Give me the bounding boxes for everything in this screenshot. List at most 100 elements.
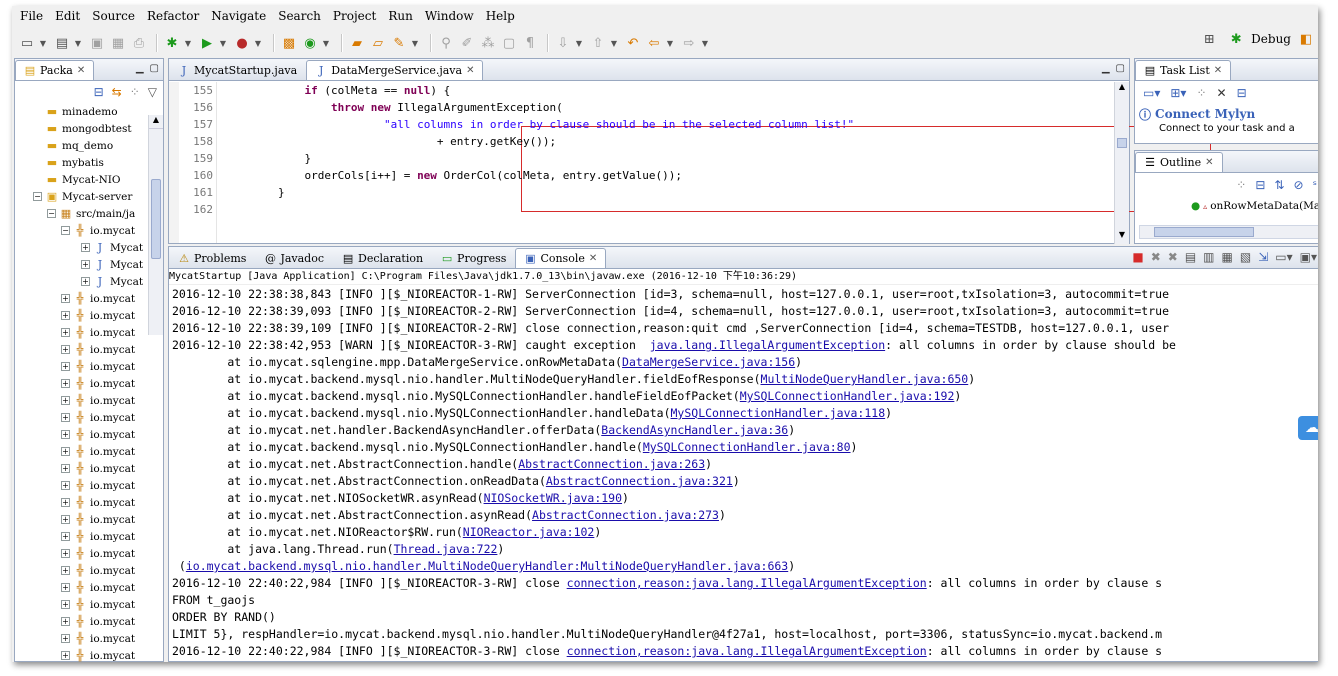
stacktrace-link[interactable]: Thread.java:722: [394, 542, 498, 556]
open-perspective-icon[interactable]: ⊞: [1200, 30, 1218, 48]
package-scrollbar[interactable]: ▲: [148, 115, 163, 335]
stacktrace-link[interactable]: MySQLConnectionHandler.java:80: [643, 440, 851, 454]
close-icon[interactable]: ✕: [77, 65, 85, 76]
tree-item[interactable]: + ╬ io.mycat: [61, 596, 135, 613]
scroll-thumb[interactable]: [151, 179, 161, 259]
block-icon[interactable]: ▢: [500, 34, 518, 52]
maximize-icon[interactable]: ▢: [1116, 63, 1125, 74]
sort-icon[interactable]: ⇅: [1274, 178, 1284, 192]
open-folder-icon[interactable]: ▰: [348, 34, 366, 52]
stacktrace-link[interactable]: MultiNodeQueryHandler.java:650: [761, 372, 969, 386]
open-console-icon[interactable]: ▣▾: [1300, 250, 1317, 264]
expand-toggle-icon[interactable]: +: [61, 362, 70, 371]
expand-toggle-icon[interactable]: +: [61, 396, 70, 405]
minimize-icon[interactable]: ▁: [1102, 63, 1110, 74]
expand-toggle-icon[interactable]: −: [33, 192, 42, 201]
show-on-output-icon[interactable]: ▦: [1222, 250, 1233, 264]
menu-item-source[interactable]: Source: [86, 9, 141, 23]
tab-javadoc[interactable]: @ Javadoc: [255, 248, 333, 268]
expand-toggle-icon[interactable]: +: [61, 532, 70, 541]
tree-item[interactable]: + ╬ io.mycat: [61, 494, 135, 511]
expand-toggle-icon[interactable]: +: [61, 549, 70, 558]
pen-icon[interactable]: ✎: [390, 34, 408, 52]
tree-item[interactable]: + ╬ io.mycat: [61, 392, 135, 409]
hide-static-icon[interactable]: ˢ: [1313, 178, 1317, 192]
tab-outline[interactable]: ☰ Outline ✕: [1135, 152, 1223, 172]
expand-toggle-icon[interactable]: +: [61, 345, 70, 354]
scroll-thumb[interactable]: [1117, 138, 1127, 148]
scroll-up-icon[interactable]: ▲: [149, 115, 163, 129]
expand-toggle-icon[interactable]: +: [61, 634, 70, 643]
expand-toggle-icon[interactable]: +: [61, 447, 70, 456]
tree-item[interactable]: + ╬ io.mycat: [61, 341, 135, 358]
tab-editor-file[interactable]: J MycatStartup.java: [169, 60, 306, 80]
hide-completed-icon[interactable]: ✕: [1217, 86, 1227, 100]
run-dropdown-icon[interactable]: ▼: [219, 34, 227, 52]
focus-icon[interactable]: ⁘: [1236, 178, 1246, 192]
menu-item-help[interactable]: Help: [480, 9, 521, 23]
mark-icon[interactable]: ✐: [458, 34, 476, 52]
expand-toggle-icon[interactable]: +: [61, 294, 70, 303]
print-icon[interactable]: ⎙: [130, 34, 148, 52]
tree-item[interactable]: +▬mybatis: [33, 154, 104, 171]
tree-item[interactable]: + ╬ io.mycat: [61, 630, 135, 647]
focus-icon[interactable]: ⁘: [130, 85, 140, 99]
stacktrace-link[interactable]: java.lang.IllegalArgumentException: [650, 338, 885, 352]
menu-item-search[interactable]: Search: [272, 9, 327, 23]
save-all-icon[interactable]: ▦: [109, 34, 127, 52]
tree-item[interactable]: + ╬ io.mycat: [61, 647, 135, 662]
external-tools-dropdown-icon[interactable]: ▼: [254, 34, 262, 52]
next-annotation-icon[interactable]: ⇩: [554, 34, 572, 52]
menu-item-run[interactable]: Run: [382, 9, 419, 23]
menu-item-window[interactable]: Window: [419, 9, 480, 23]
scroll-down-icon[interactable]: ▼: [1115, 230, 1129, 244]
pin-console-icon[interactable]: ⇲: [1258, 250, 1268, 264]
prev-annotation-icon[interactable]: ⇧: [589, 34, 607, 52]
expand-toggle-icon[interactable]: +: [61, 464, 70, 473]
open-dropdown-icon[interactable]: ▼: [74, 34, 82, 52]
maximize-icon[interactable]: ▢: [150, 63, 159, 74]
menu-item-refactor[interactable]: Refactor: [141, 9, 205, 23]
view-menu-icon[interactable]: ▽: [148, 85, 157, 99]
new-dropdown-icon[interactable]: ▼: [39, 34, 47, 52]
close-icon[interactable]: ✕: [589, 253, 597, 264]
tab-declaration[interactable]: ▤ Declaration: [333, 248, 432, 268]
categorized-icon[interactable]: ⊞▾: [1170, 86, 1186, 100]
tree-item[interactable]: + ╬ io.mycat: [61, 613, 135, 630]
tree-item[interactable]: + ╬ io.mycat: [61, 426, 135, 443]
tree-item[interactable]: − ▦ src/main/ja: [47, 205, 135, 222]
expand-toggle-icon[interactable]: −: [61, 226, 70, 235]
clear-console-icon[interactable]: ▤: [1185, 250, 1196, 264]
link-with-editor-icon[interactable]: ⇆: [112, 85, 122, 99]
expand-toggle-icon[interactable]: +: [61, 617, 70, 626]
code-area[interactable]: 155 if (colMeta == null) {156 throw new …: [169, 82, 1211, 243]
console-output[interactable]: 2016-12-10 22:38:38,843 [INFO ][$_NIOREA…: [169, 286, 1318, 661]
open-type-icon[interactable]: ▤: [53, 34, 71, 52]
tree-item[interactable]: + ╬ io.mycat: [61, 511, 135, 528]
expand-toggle-icon[interactable]: +: [61, 515, 70, 524]
outline-hscrollbar[interactable]: [1139, 225, 1318, 239]
hide-fields-icon[interactable]: ⊘: [1293, 178, 1303, 192]
expand-toggle-icon[interactable]: +: [61, 328, 70, 337]
tab-console[interactable]: ▣ Console ✕: [515, 248, 607, 268]
tree-item[interactable]: + ╬ io.mycat: [61, 409, 135, 426]
stacktrace-link[interactable]: io.mycat.backend.mysql.nio.handler.Multi…: [186, 559, 788, 573]
expand-toggle-icon[interactable]: +: [81, 260, 90, 269]
stacktrace-link[interactable]: MySQLConnectionHandler.java:118: [671, 406, 886, 420]
run-icon[interactable]: ▶: [198, 34, 216, 52]
new-java-project-icon[interactable]: ▩: [280, 34, 298, 52]
prev-annotation-dropdown-icon[interactable]: ▼: [610, 34, 618, 52]
stacktrace-link[interactable]: AbstractConnection.java:263: [518, 457, 705, 471]
stacktrace-link[interactable]: DataMergeService.java:156: [622, 355, 795, 369]
minimize-icon[interactable]: ▁: [136, 63, 144, 74]
pen-dropdown-icon[interactable]: ▼: [411, 34, 419, 52]
tree-item[interactable]: − ▣ Mycat-server: [33, 188, 132, 205]
outline-item[interactable]: ● ▵ onRowMetaData(Ma: [1135, 197, 1318, 215]
expand-toggle-icon[interactable]: +: [61, 651, 70, 660]
stacktrace-link[interactable]: NIOSocketWR.java:190: [484, 491, 622, 505]
toggle-icon[interactable]: ⁂: [479, 34, 497, 52]
tree-item[interactable]: + ╬ io.mycat: [61, 460, 135, 477]
menu-item-project[interactable]: Project: [327, 9, 382, 23]
expand-toggle-icon[interactable]: +: [61, 583, 70, 592]
new-class-dropdown-icon[interactable]: ▼: [322, 34, 330, 52]
